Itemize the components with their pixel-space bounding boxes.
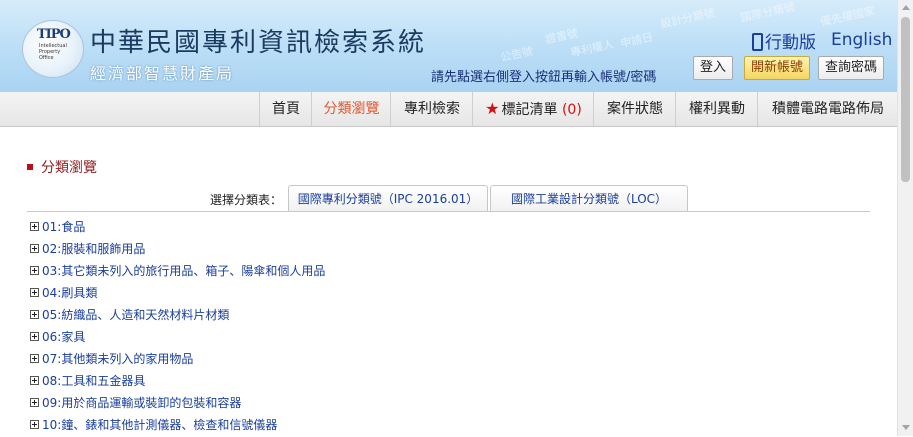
nav-ic-layout[interactable]: 積體電路電路佈局 [757,92,898,126]
tree-item[interactable]: 09:用於商品運輸或裝卸的包裝和容器 [30,393,325,415]
tree-item[interactable]: 06:家具 [30,327,325,349]
scroll-up-icon[interactable] [902,5,910,10]
tree-item[interactable]: 10:鐘、錶和其他計測儀器、檢查和信號儀器 [30,415,325,437]
logo-subtext: Intellectual Property Office [39,43,73,61]
open-account-button[interactable]: 開新帳號 [744,56,810,80]
nav-home[interactable]: 首頁 [259,92,312,126]
nav-case-status[interactable]: 案件狀態 [593,92,676,126]
star-icon: ★ [485,99,499,118]
tab-ipc[interactable]: 國際專利分類號（IPC 2016.01） [288,185,488,212]
divider [27,211,870,212]
expand-icon[interactable] [30,244,39,253]
login-hint: 請先點選右側登入按鈕再輸入帳號/密碼 [431,66,656,85]
scroll-down-icon[interactable] [902,425,910,430]
header-banner: 國際分類號 設計分類號 優先權國家 專利權人 申請日 公告號 證書號 TIPO … [0,0,897,92]
site-subtitle: 經濟部智慧財產局 [90,60,234,84]
expand-icon[interactable] [30,310,39,319]
page-title: 分類瀏覽 [27,157,97,177]
tree-item[interactable]: 03:其它類未列入的旅行用品、箱子、陽傘和個人用品 [30,261,325,283]
main-nav: 首頁 分類瀏覽 專利檢索 ★標記清單 (0) 案件狀態 權利異動 積體電路電路佈… [0,92,897,127]
marked-count: (0) [562,102,582,118]
banner-watermark: 申請日 [619,29,655,52]
expand-icon[interactable] [30,332,39,341]
tree-item[interactable]: 04:刷具類 [30,283,325,305]
tree-item[interactable]: 02:服裝和服飾用品 [30,239,325,261]
banner-watermark: 國際分類號 [739,0,796,26]
expand-icon[interactable] [30,354,39,363]
nav-rights-change[interactable]: 權利異動 [675,92,758,126]
nav-patent-search[interactable]: 專利檢索 [390,92,473,126]
banner-watermark: 優先權國家 [819,2,876,29]
banner-watermark: 設計分類號 [659,4,716,31]
tree-item[interactable]: 05:紡織品、人造和天然材料片材類 [30,305,325,327]
phone-icon [752,33,763,51]
tree-item[interactable]: 01:食品 [30,217,325,239]
tree-item[interactable]: 08:工具和五金器具 [30,371,325,393]
square-bullet-icon [27,164,33,170]
query-password-button[interactable]: 查詢密碼 [818,56,884,80]
site-logo[interactable]: TIPO Intellectual Property Office [22,20,84,78]
mobile-version-link[interactable]: 行動版 [752,28,816,53]
tree-item[interactable]: 07:其他類未列入的家用物品 [30,349,325,371]
tab-loc[interactable]: 國際工業設計分類號（LOC） [490,185,688,212]
expand-icon[interactable] [30,398,39,407]
classification-tree: 01:食品 02:服裝和服飾用品 03:其它類未列入的旅行用品、箱子、陽傘和個人… [30,217,325,437]
site-title: 中華民國專利資訊檢索系統 [90,22,426,59]
logo-mark: TIPO [37,27,70,42]
expand-icon[interactable] [30,266,39,275]
expand-icon[interactable] [30,420,39,429]
expand-icon[interactable] [30,288,39,297]
classification-select-label: 選擇分類表： [210,191,282,208]
nav-category-browse[interactable]: 分類瀏覽 [311,92,391,126]
scrollbar-thumb[interactable] [901,17,910,182]
nav-marked-list[interactable]: ★標記清單 (0) [472,92,594,126]
expand-icon[interactable] [30,376,39,385]
english-link[interactable]: English [831,30,892,50]
vertical-scrollbar[interactable] [897,0,913,436]
expand-icon[interactable] [30,222,39,231]
banner-watermark: 公告號 [499,43,535,66]
login-button[interactable]: 登入 [693,56,733,80]
